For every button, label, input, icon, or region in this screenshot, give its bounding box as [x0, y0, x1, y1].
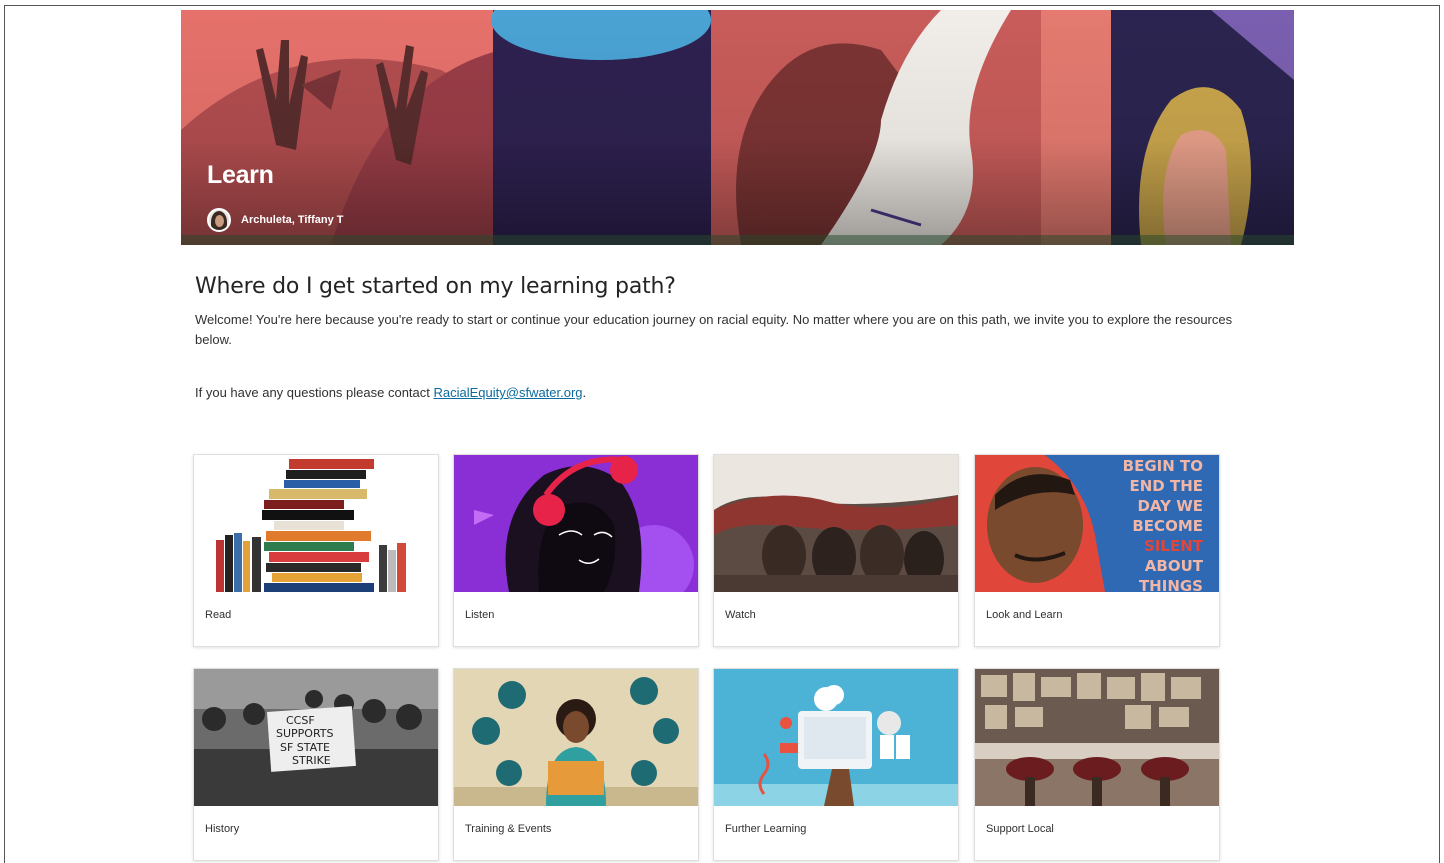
card-label[interactable]: Further Learning: [725, 823, 806, 835]
poster-line-4: BECOME: [1132, 517, 1203, 535]
hero-banner: Learn Archuleta, Tiffany T: [181, 10, 1294, 245]
card-label[interactable]: Training & Events: [465, 823, 551, 835]
poster-line-3: DAY WE: [1137, 497, 1203, 515]
hero-shade: [181, 10, 1294, 245]
page-title: Learn: [207, 161, 274, 189]
card-support-local[interactable]: Support Local: [974, 668, 1220, 861]
contact-suffix: .: [582, 385, 587, 400]
poster-line-5: SILENT: [1144, 537, 1204, 555]
online-learning-illustration: [714, 669, 958, 806]
contact-email-link[interactable]: RacialEquity@sfwater.org: [434, 385, 583, 400]
protest-sign-line-4: STRIKE: [292, 754, 331, 767]
restaurant-interior-photo: [975, 669, 1219, 806]
poster-line-6: ABOUT: [1145, 557, 1204, 575]
section-heading: Where do I get started on my learning pa…: [195, 274, 676, 299]
poster-line-2: END THE: [1129, 477, 1203, 495]
intro-section: Where do I get started on my learning pa…: [195, 274, 1235, 400]
card-label[interactable]: History: [205, 823, 239, 835]
card-look-and-learn[interactable]: BEGIN TO END THE DAY WE BECOME SILENT AB…: [974, 454, 1220, 647]
woman-with-headphones-illustration: [454, 455, 698, 592]
card-watch[interactable]: Watch: [713, 454, 959, 647]
card-label[interactable]: Watch: [725, 609, 756, 621]
avatar[interactable]: [207, 208, 231, 232]
card-history[interactable]: CCSF SUPPORTS SF STATE STRIKE History: [193, 668, 439, 861]
contact-text: If you have any questions please contact…: [195, 385, 1235, 400]
stack-of-books-image: [194, 455, 438, 592]
protest-photo: CCSF SUPPORTS SF STATE STRIKE: [194, 669, 438, 806]
author-name[interactable]: Archuleta, Tiffany T: [241, 214, 343, 226]
card-read[interactable]: Read: [193, 454, 439, 647]
poster-line-1: BEGIN TO: [1123, 457, 1203, 475]
author-byline[interactable]: Archuleta, Tiffany T: [207, 208, 343, 232]
protest-sign-line-3: SF STATE: [280, 741, 330, 754]
contact-prefix: If you have any questions please contact: [195, 385, 434, 400]
mlk-poster-illustration: BEGIN TO END THE DAY WE BECOME SILENT AB…: [975, 455, 1219, 592]
card-label[interactable]: Look and Learn: [986, 609, 1062, 621]
film-still-image: [714, 455, 958, 592]
card-further-learning[interactable]: Further Learning: [713, 668, 959, 861]
intro-text: Welcome! You're here because you're read…: [195, 312, 1233, 347]
card-training-events[interactable]: Training & Events: [453, 668, 699, 861]
card-label[interactable]: Listen: [465, 609, 494, 621]
card-label[interactable]: Read: [205, 609, 231, 621]
training-illustration: [454, 669, 698, 806]
card-label[interactable]: Support Local: [986, 823, 1054, 835]
poster-line-7: THINGS: [1139, 577, 1203, 592]
protest-sign-line-2: SUPPORTS: [276, 727, 334, 740]
protest-sign-line-1: CCSF: [286, 714, 315, 727]
card-listen[interactable]: Listen: [453, 454, 699, 647]
